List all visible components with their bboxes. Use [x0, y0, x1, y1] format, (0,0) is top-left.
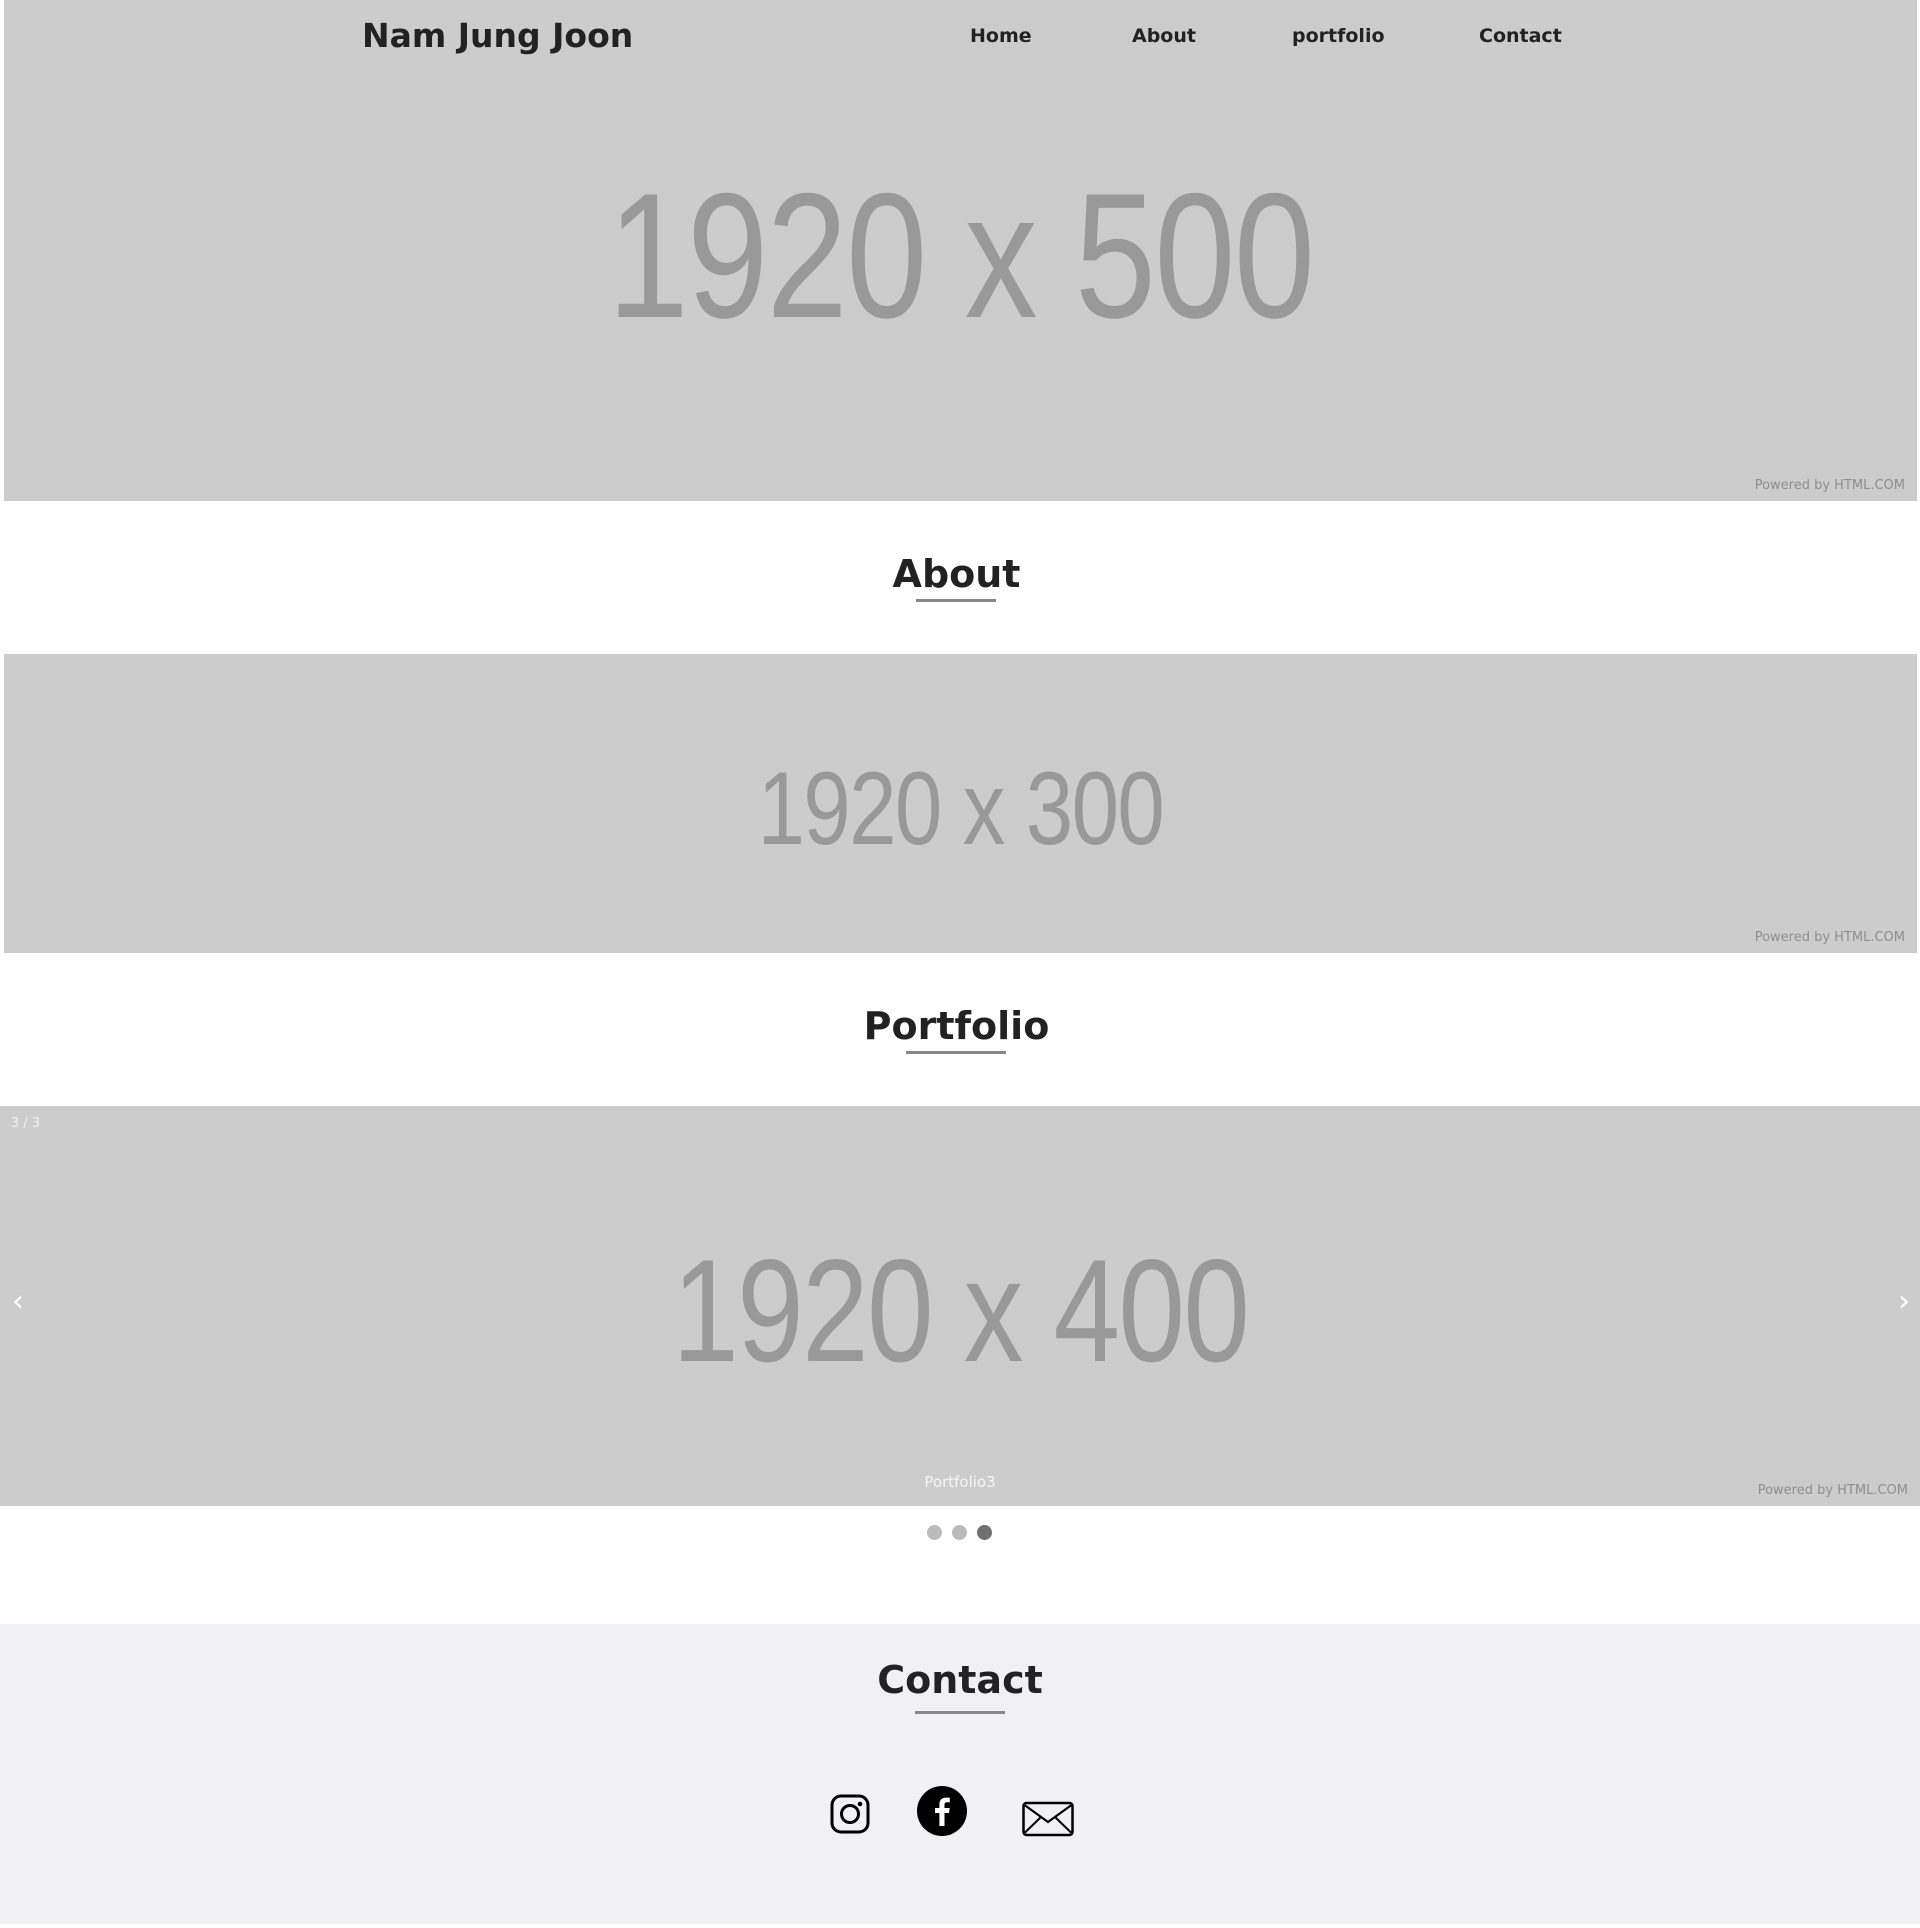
social-links: [0, 1786, 1920, 1846]
slide-counter: 3 / 3: [11, 1116, 41, 1131]
hero-powered-by: Powered by HTML.COM: [1754, 478, 1905, 493]
slide-caption: Portfolio3: [924, 1473, 996, 1491]
nav-contact[interactable]: Contact: [1479, 25, 1562, 47]
hero-banner: 1920 x 500 Powered by HTML.COM: [4, 0, 1917, 501]
facebook-icon[interactable]: [917, 1786, 967, 1840]
slide-placeholder-text: 1920 x 400: [671, 1229, 1250, 1392]
about-placeholder-text: 1920 x 300: [757, 750, 1165, 867]
portfolio-section-title: Portfolio: [863, 1004, 1050, 1048]
contact-section-title: Contact: [877, 1658, 1043, 1702]
nav-about[interactable]: About: [1132, 25, 1196, 47]
portfolio-title-underline: [906, 1051, 1006, 1054]
nav-portfolio[interactable]: portfolio: [1292, 25, 1385, 47]
slider-prev-button[interactable]: ‹: [12, 1284, 24, 1319]
slide-powered-by: Powered by HTML.COM: [1757, 1483, 1908, 1498]
top-navigation: Nam Jung Joon Home About portfolio Conta…: [0, 0, 1920, 74]
slider-dots: [927, 1525, 1002, 1540]
hero-placeholder-text: 1920 x 500: [607, 155, 1316, 355]
portfolio-slider: 3 / 3 1920 x 400 ‹ › Portfolio3 Powered …: [0, 1106, 1920, 1506]
nav-home[interactable]: Home: [970, 25, 1032, 47]
slider-dot-3[interactable]: [977, 1525, 992, 1540]
slider-dot-1[interactable]: [927, 1525, 942, 1540]
slider-next-button[interactable]: ›: [1898, 1284, 1910, 1319]
slider-dot-2[interactable]: [952, 1525, 967, 1540]
about-section-title: About: [892, 552, 1021, 596]
about-powered-by: Powered by HTML.COM: [1754, 930, 1905, 945]
contact-title-underline: [915, 1711, 1005, 1714]
site-brand[interactable]: Nam Jung Joon: [362, 16, 633, 55]
about-image: 1920 x 300 Powered by HTML.COM: [4, 654, 1917, 953]
about-title-underline: [916, 599, 996, 602]
contact-section: Contact: [0, 1624, 1920, 1924]
mail-icon[interactable]: [1022, 1801, 1074, 1841]
instagram-icon[interactable]: [830, 1794, 870, 1838]
